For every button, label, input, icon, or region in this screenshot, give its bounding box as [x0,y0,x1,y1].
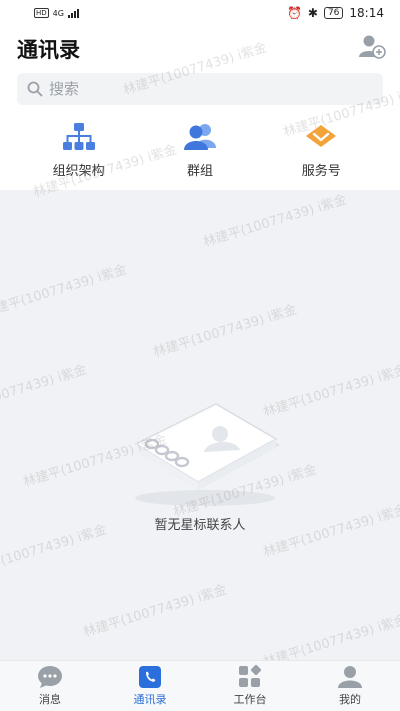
chat-icon [38,666,62,688]
contacts-header: 通讯录 组织架构 [0,26,400,190]
contacts-icon [139,666,161,688]
org-structure-button[interactable]: 组织架构 [29,122,129,186]
bluetooth-icon: ✱ [307,6,318,20]
empty-state-message: 暂无星标联系人 [154,518,246,533]
groups-button[interactable]: 群组 [150,122,250,186]
clock-time: 18:14 [349,6,384,20]
service-accounts-label: 服务号 [301,164,341,179]
status-bar: HD 4G ⏰ ✱ 76 18:14 [0,0,400,26]
nav-contacts[interactable]: 通讯录 [110,665,190,707]
nav-workbench-label: 工作台 [233,693,267,706]
status-right: ⏰ ✱ 76 18:14 [287,6,384,20]
add-contact-button[interactable] [358,33,386,59]
hd-indicator: HD [34,8,49,18]
empty-contacts-illustration [110,400,290,514]
org-structure-label: 组织架构 [52,164,105,179]
empty-state: 暂无星标联系人 [0,190,400,660]
search-input[interactable] [49,80,349,98]
address-book-icon [134,403,280,506]
quick-actions: 组织架构 群组 服务号 [0,122,400,186]
service-accounts-button[interactable]: 服务号 [271,122,371,186]
add-user-icon [359,35,386,59]
group-icon [183,124,216,150]
page-title: 通讯录 [17,38,80,62]
search-bar[interactable] [17,73,383,105]
nav-profile-label: 我的 [339,693,361,706]
nav-contacts-label: 通讯录 [133,693,167,706]
nav-workbench[interactable]: 工作台 [210,665,290,707]
signal-icon [67,8,79,18]
nav-messages-label: 消息 [39,693,61,706]
battery-icon: 76 [323,7,344,19]
network-type: 4G [52,8,64,18]
bottom-nav: 消息 通讯录 工作台 我的 [0,660,400,711]
nav-messages[interactable]: 消息 [10,665,90,707]
nav-profile[interactable]: 我的 [310,665,390,707]
search-icon [27,81,43,97]
groups-label: 群组 [186,164,213,179]
workbench-icon [239,665,262,687]
alarm-icon: ⏰ [286,6,302,20]
profile-icon [338,666,362,688]
status-left: HD 4G [34,8,79,18]
org-chart-icon [62,123,95,150]
service-icon [306,125,337,147]
